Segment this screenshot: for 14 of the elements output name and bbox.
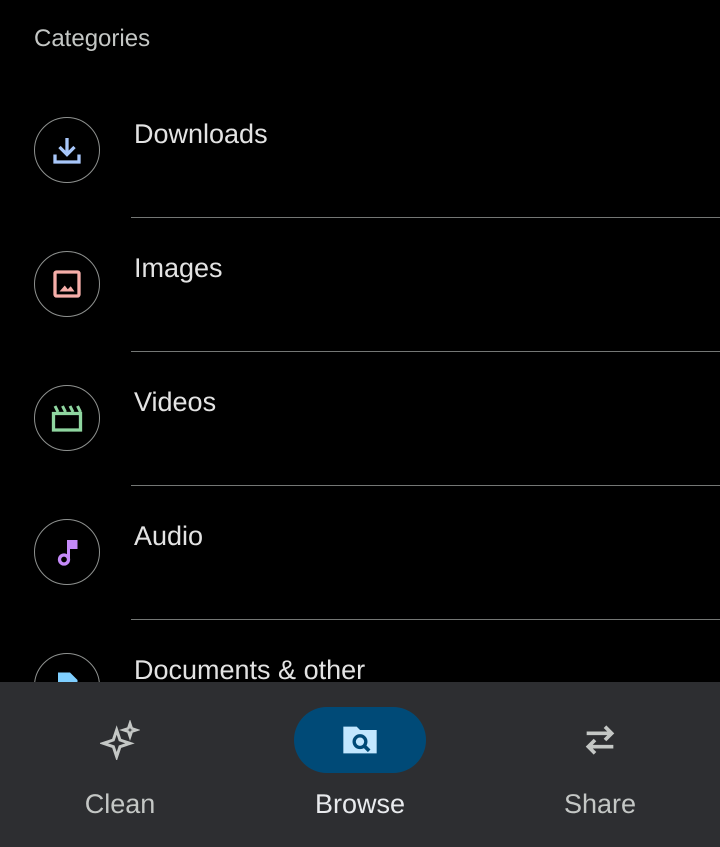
category-label[interactable]: Downloads (134, 119, 268, 153)
sparkle-icon (100, 720, 140, 760)
section-title: Categories (34, 25, 150, 52)
category-label[interactable]: Images (134, 253, 223, 287)
audio-category-icon (34, 519, 100, 585)
nav-tab[interactable]: Browse (240, 682, 480, 847)
nav-tab[interactable]: Clean (0, 682, 240, 847)
category-label[interactable]: Videos (134, 387, 216, 421)
image-category-icon (34, 251, 100, 317)
nav-tab[interactable]: Share (480, 682, 720, 847)
category-label[interactable]: Documents & other (134, 655, 366, 682)
video-category-icon (34, 385, 100, 451)
download-category-icon (34, 117, 100, 183)
category-label[interactable]: Audio (134, 521, 204, 555)
